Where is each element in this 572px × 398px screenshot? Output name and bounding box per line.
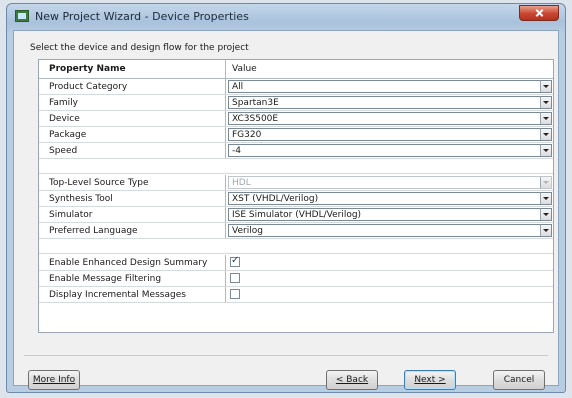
property-row-incremental-messages: Display Incremental Messages	[39, 287, 553, 303]
select-value: Spartan3E	[232, 98, 279, 108]
property-label: Preferred Language	[49, 226, 138, 236]
dropdown-arrow-icon[interactable]	[540, 81, 551, 92]
wizard-window: New Project Wizard - Device Properties S…	[6, 3, 566, 393]
property-row-family: Family Spartan3E	[39, 95, 553, 111]
property-label: Speed	[49, 146, 78, 156]
select-value: FG320	[232, 130, 262, 140]
cancel-label: Cancel	[503, 375, 535, 385]
speed-select[interactable]: -4	[228, 144, 552, 157]
property-row-message-filtering: Enable Message Filtering	[39, 271, 553, 287]
incremental-messages-checkbox[interactable]	[230, 289, 240, 299]
column-header-value: Value	[225, 60, 554, 78]
select-value: All	[232, 82, 244, 92]
product-category-select[interactable]: All	[228, 80, 552, 93]
property-label: Product Category	[49, 82, 128, 92]
select-value: Verilog	[232, 226, 263, 236]
property-label: Enable Message Filtering	[49, 274, 162, 284]
enhanced-summary-checkbox[interactable]	[230, 255, 240, 267]
more-info-button[interactable]: More Info	[28, 370, 80, 390]
dropdown-arrow-icon[interactable]	[540, 193, 551, 204]
top-level-source-select: HDL	[228, 176, 552, 189]
dropdown-arrow-icon[interactable]	[540, 113, 551, 124]
property-label: Simulator	[49, 210, 93, 220]
property-label: Package	[49, 130, 87, 140]
window-title: New Project Wizard - Device Properties	[35, 10, 249, 23]
column-header-name: Property Name	[49, 64, 126, 74]
family-select[interactable]: Spartan3E	[228, 96, 552, 109]
property-label: Enable Enhanced Design Summary	[49, 258, 208, 268]
dropdown-arrow-icon[interactable]	[540, 225, 551, 236]
instruction-text: Select the device and design flow for th…	[30, 43, 249, 53]
dropdown-arrow-icon[interactable]	[540, 129, 551, 140]
device-select[interactable]: XC3S500E	[228, 112, 552, 125]
message-filtering-checkbox[interactable]	[230, 273, 240, 283]
package-select[interactable]: FG320	[228, 128, 552, 141]
select-value: XST (VHDL/Verilog)	[232, 194, 319, 204]
property-row-top-level-source: Top-Level Source Type HDL	[39, 175, 553, 191]
property-label: Synthesis Tool	[49, 194, 113, 204]
synthesis-tool-select[interactable]: XST (VHDL/Verilog)	[228, 192, 552, 205]
dropdown-arrow-icon[interactable]	[540, 145, 551, 156]
property-row-synthesis-tool: Synthesis Tool XST (VHDL/Verilog)	[39, 191, 553, 207]
group-spacer	[39, 159, 553, 174]
property-label: Top-Level Source Type	[49, 178, 149, 188]
group-spacer	[39, 239, 553, 254]
property-label: Display Incremental Messages	[49, 290, 186, 300]
footer-divider	[24, 355, 548, 356]
property-row-preferred-language: Preferred Language Verilog	[39, 223, 553, 239]
property-row-speed: Speed -4	[39, 143, 553, 159]
preferred-language-select[interactable]: Verilog	[228, 224, 552, 237]
more-info-label: More Info	[32, 375, 76, 385]
property-label: Family	[49, 98, 78, 108]
property-row-product-category: Product Category All	[39, 79, 553, 95]
select-value: -4	[232, 146, 241, 156]
cancel-button[interactable]: Cancel	[493, 370, 545, 390]
dropdown-arrow-icon	[540, 177, 551, 188]
property-row-simulator: Simulator ISE Simulator (VHDL/Verilog)	[39, 207, 553, 223]
simulator-select[interactable]: ISE Simulator (VHDL/Verilog)	[228, 208, 552, 221]
select-value: HDL	[232, 178, 251, 188]
next-button[interactable]: Next >	[404, 370, 456, 390]
app-icon	[15, 10, 29, 22]
close-button[interactable]	[519, 5, 559, 21]
next-label: Next >	[414, 375, 446, 385]
property-label: Device	[49, 114, 80, 124]
dropdown-arrow-icon[interactable]	[540, 209, 551, 220]
dialog-body: Select the device and design flow for th…	[13, 30, 559, 390]
back-label: < Back	[335, 375, 369, 385]
dropdown-arrow-icon[interactable]	[540, 97, 551, 108]
property-row-enhanced-summary: Enable Enhanced Design Summary	[39, 255, 553, 271]
back-button[interactable]: < Back	[326, 370, 378, 390]
grid-header: Property Name Value	[39, 60, 553, 79]
title-bar[interactable]: New Project Wizard - Device Properties	[7, 4, 565, 30]
property-grid: Property Name Value Product Category All…	[38, 59, 554, 333]
property-row-package: Package FG320	[39, 127, 553, 143]
select-value: ISE Simulator (VHDL/Verilog)	[232, 210, 362, 220]
property-row-device: Device XC3S500E	[39, 111, 553, 127]
select-value: XC3S500E	[232, 114, 279, 124]
